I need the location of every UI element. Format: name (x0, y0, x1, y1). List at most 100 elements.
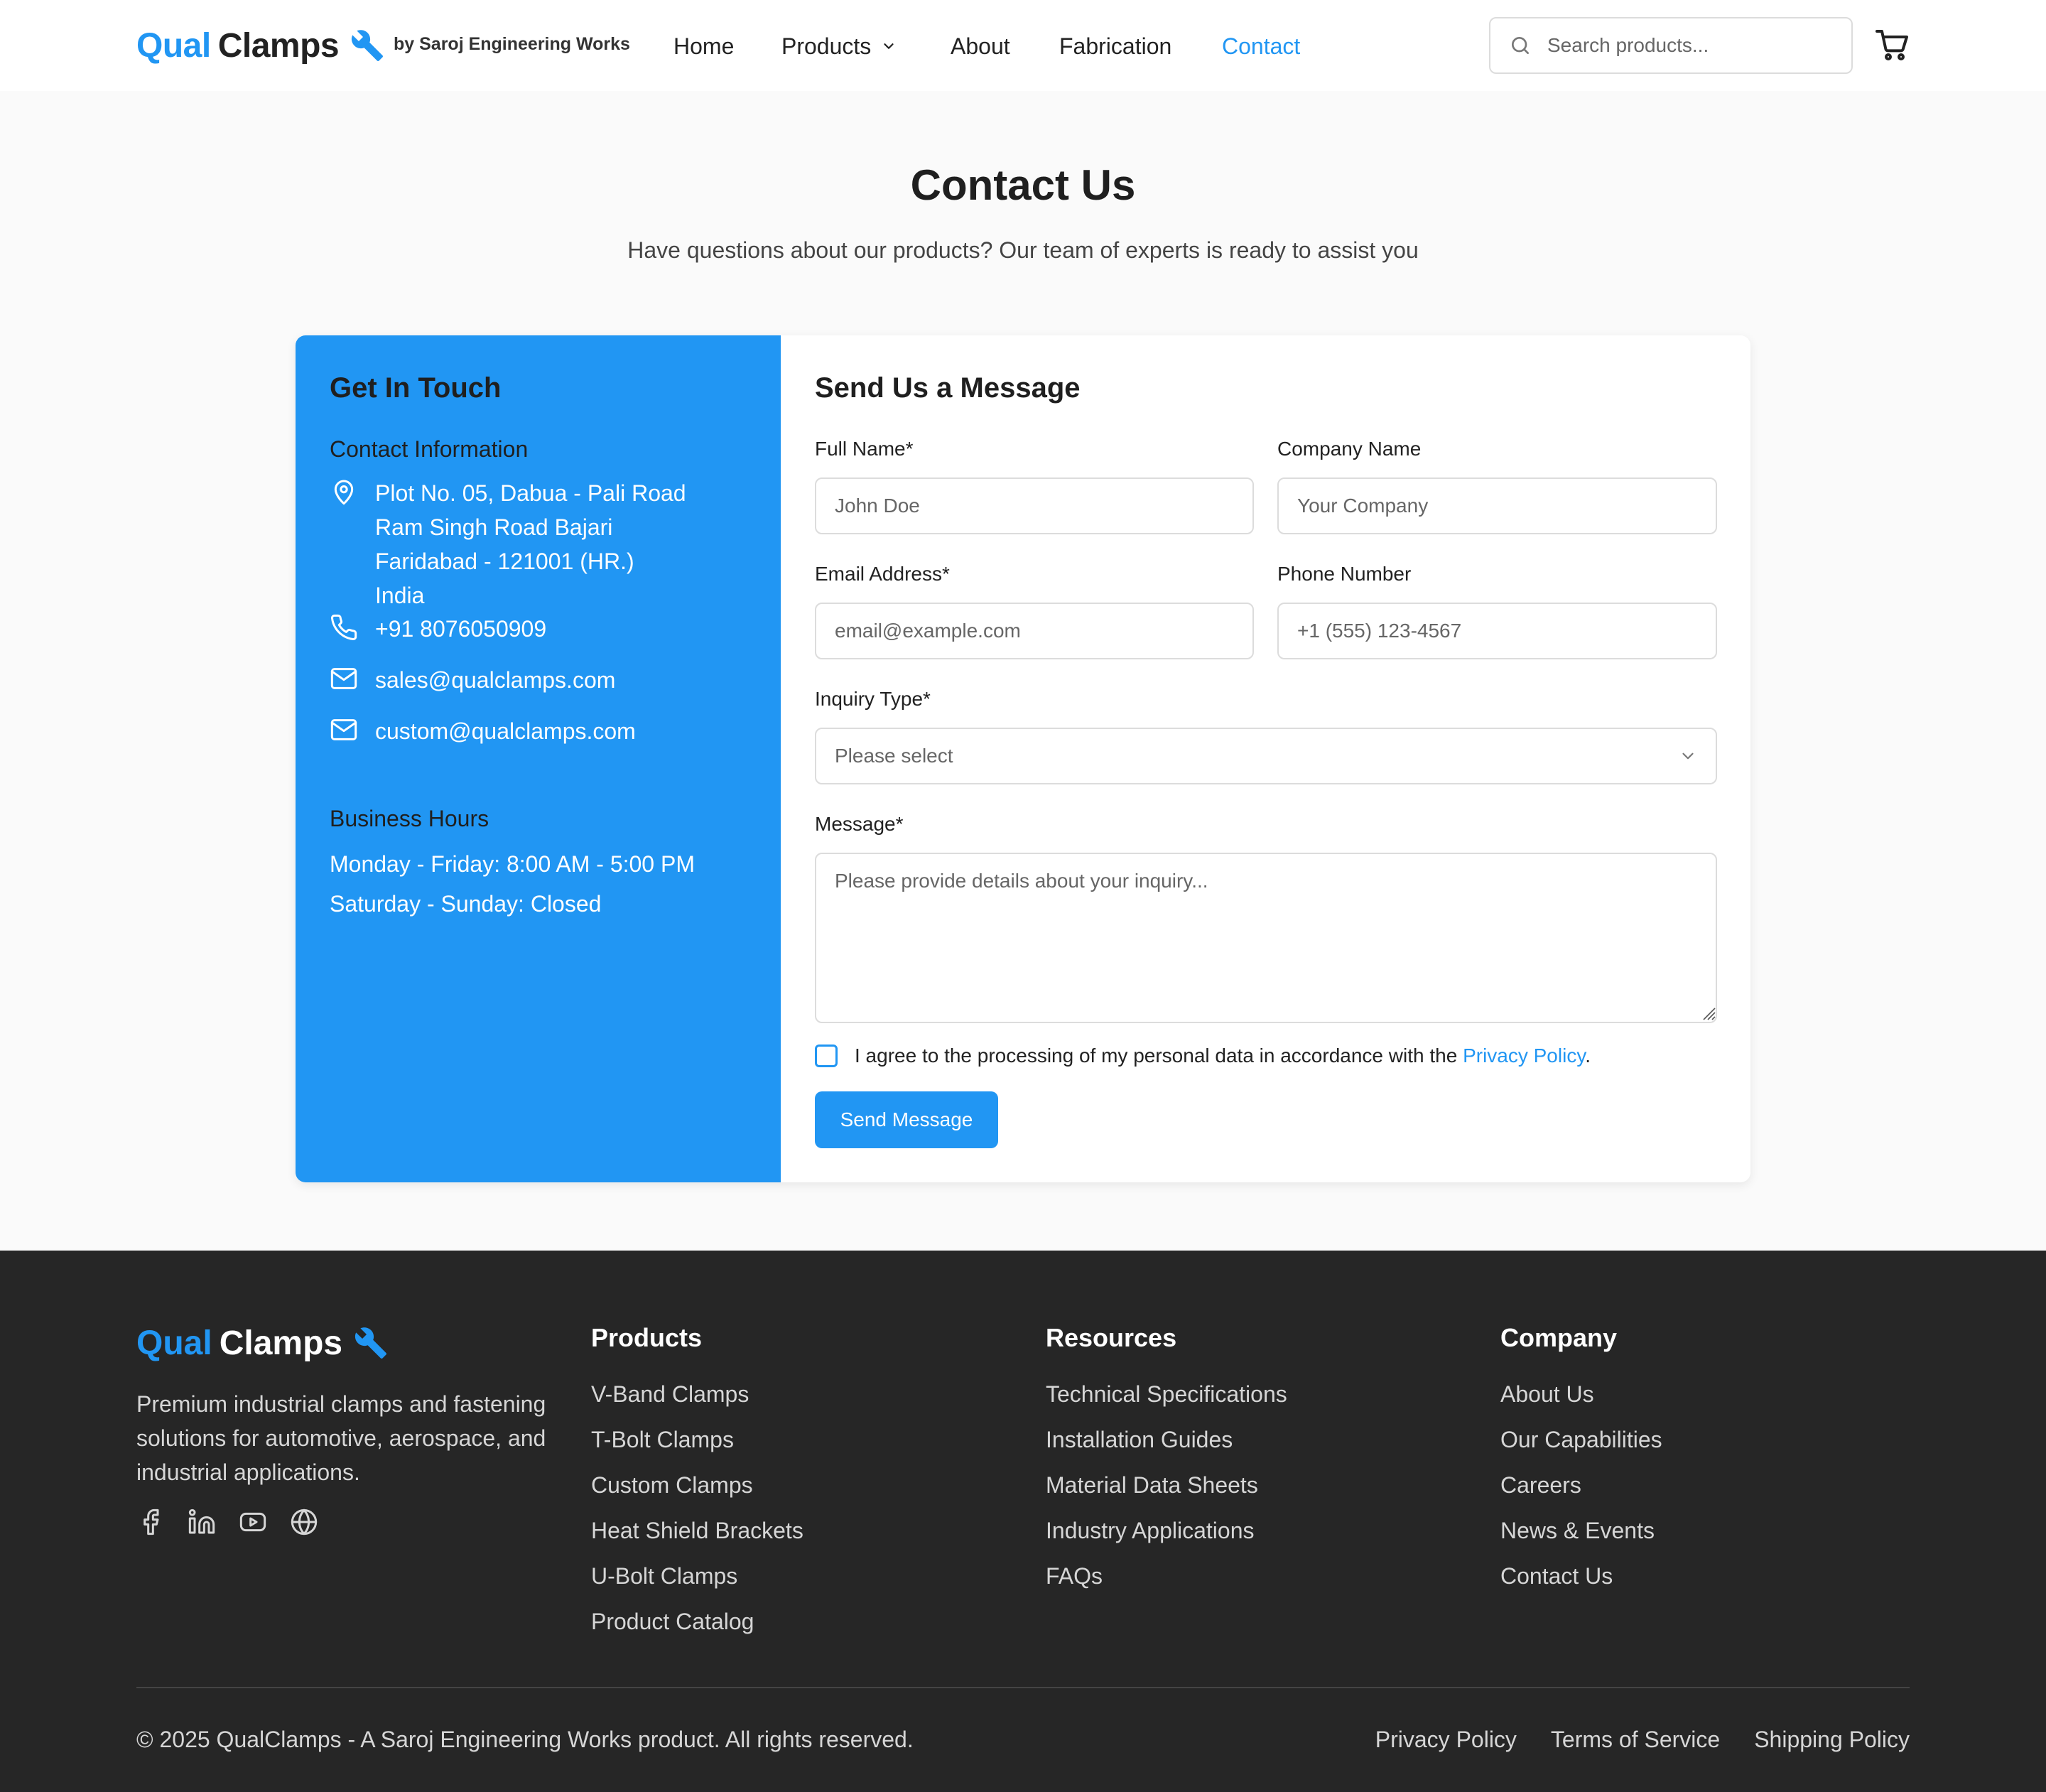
footer-link[interactable]: Custom Clamps (591, 1462, 803, 1508)
footer-column-company: Company About Us Our Capabilities Career… (1500, 1323, 1662, 1599)
footer-link[interactable]: T-Bolt Clamps (591, 1417, 803, 1462)
company-name-field[interactable] (1277, 477, 1717, 534)
footer-link[interactable]: Contact Us (1500, 1553, 1662, 1599)
legal-link-terms[interactable]: Terms of Service (1551, 1727, 1720, 1753)
brand-name-part1: Qual (136, 26, 211, 65)
social-links (136, 1508, 341, 1536)
brand-logo[interactable]: Qual Clamps (136, 24, 384, 67)
footer-link[interactable]: Our Capabilities (1500, 1417, 1662, 1462)
site-footer: Qual Clamps Premium industrial clamps an… (0, 1251, 2046, 1792)
nav-products-label: Products (781, 33, 872, 59)
resize-grip-icon[interactable] (1700, 1005, 1716, 1020)
address-text: Plot No. 05, Dabua - Pali Road Ram Singh… (375, 476, 686, 612)
page-title: Contact Us (910, 161, 1136, 209)
mail-icon (330, 719, 357, 740)
search-box[interactable] (1489, 17, 1853, 74)
footer-column-title: Resources (1046, 1323, 1177, 1352)
consent-label: I agree to the processing of my personal… (855, 1045, 1458, 1067)
contact-info-panel: Get In Touch Contact Information Plot No… (296, 335, 781, 1182)
phone-row[interactable]: +91 8076050909 (330, 612, 546, 646)
footer-column-resources: Resources Technical Specifications Insta… (1046, 1323, 1287, 1599)
form-heading: Send Us a Message (815, 372, 1081, 404)
hours-weekdays: Monday - Friday: 8:00 AM - 5:00 PM (330, 851, 695, 877)
full-name-label: Full Name* (815, 438, 914, 460)
send-message-button[interactable]: Send Message (815, 1091, 998, 1148)
nav-about[interactable]: About (951, 28, 1010, 64)
search-input[interactable] (1547, 34, 1831, 57)
facebook-icon[interactable] (136, 1508, 165, 1536)
legal-link-shipping[interactable]: Shipping Policy (1754, 1727, 1910, 1753)
nav-contact[interactable]: Contact (1222, 28, 1300, 64)
hours-weekend: Saturday - Sunday: Closed (330, 891, 602, 917)
footer-link[interactable]: Industry Applications (1046, 1508, 1287, 1553)
privacy-policy-link[interactable]: Privacy Policy (1463, 1045, 1585, 1067)
consent-checkbox[interactable] (815, 1045, 838, 1067)
copyright-text: © 2025 QualClamps - A Saroj Engineering … (136, 1727, 914, 1752)
chevron-down-icon (1682, 752, 1694, 760)
linkedin-icon[interactable] (188, 1508, 216, 1536)
nav-fabrication[interactable]: Fabrication (1059, 28, 1171, 64)
brand-name-part2: Clamps (219, 1324, 343, 1362)
footer-link[interactable]: FAQs (1046, 1553, 1287, 1599)
chevron-down-icon (884, 43, 894, 49)
address-row: Plot No. 05, Dabua - Pali Road Ram Singh… (330, 476, 686, 612)
get-in-touch-heading: Get In Touch (330, 372, 502, 404)
footer-column-title: Company (1500, 1323, 1618, 1352)
address-line: Faridabad - 121001 (HR.) (375, 549, 634, 574)
sales-email-row[interactable]: sales@qualclamps.com (330, 663, 615, 697)
footer-link[interactable]: Product Catalog (591, 1599, 803, 1644)
legal-link-privacy[interactable]: Privacy Policy (1375, 1727, 1517, 1753)
footer-link[interactable]: Technical Specifications (1046, 1371, 1287, 1417)
email-label: Email Address* (815, 563, 950, 585)
phone-icon (331, 614, 357, 640)
youtube-icon[interactable] (239, 1508, 267, 1536)
brand-byline: by Saroj Engineering Works (394, 34, 630, 54)
phone-text: +91 8076050909 (375, 616, 547, 642)
footer-link[interactable]: V-Band Clamps (591, 1371, 803, 1417)
full-name-field[interactable] (815, 477, 1254, 534)
inquiry-type-value: Please select (835, 745, 953, 767)
footer-column-products: Products V-Band Clamps T-Bolt Clamps Cus… (591, 1323, 803, 1644)
sales-email-text: sales@qualclamps.com (375, 667, 616, 693)
search-icon (1512, 37, 1529, 54)
phone-label: Phone Number (1277, 563, 1412, 585)
address-line: Plot No. 05, Dabua - Pali Road (375, 480, 686, 506)
contact-form: Send Us a Message Full Name* Company Nam… (781, 335, 1750, 1182)
map-pin-icon (334, 480, 354, 505)
contact-info-title: Contact Information (330, 436, 529, 462)
consent-row: I agree to the processing of my personal… (815, 1045, 1591, 1067)
address-line: India (375, 583, 425, 608)
cart-icon[interactable] (1876, 28, 1910, 63)
footer-link[interactable]: U-Bolt Clamps (591, 1553, 803, 1599)
footer-divider (136, 1687, 1910, 1688)
footer-link[interactable]: About Us (1500, 1371, 1662, 1417)
mail-icon (330, 668, 357, 689)
email-field[interactable] (815, 603, 1254, 659)
footer-link[interactable]: News & Events (1500, 1508, 1662, 1553)
footer-link[interactable]: Heat Shield Brackets (591, 1508, 803, 1553)
brand-name-part1: Qual (136, 1324, 212, 1362)
brand-name-part2: Clamps (217, 26, 340, 65)
contact-card: Get In Touch Contact Information Plot No… (296, 335, 1750, 1182)
footer-link[interactable]: Material Data Sheets (1046, 1462, 1287, 1508)
globe-icon[interactable] (290, 1508, 318, 1536)
business-hours-title: Business Hours (330, 806, 489, 831)
nav-home[interactable]: Home (673, 28, 734, 64)
nav-products[interactable]: Products (781, 28, 897, 64)
legal-links: Privacy Policy Terms of Service Shipping… (1341, 1727, 1910, 1753)
custom-email-text: custom@qualclamps.com (375, 718, 636, 744)
site-header: Qual Clamps by Saroj Engineering Works H… (0, 0, 2046, 91)
inquiry-type-select[interactable]: Please select (815, 728, 1717, 784)
address-line: Ram Singh Road Bajari (375, 514, 613, 540)
footer-description: Premium industrial clamps and fastening … (136, 1391, 546, 1485)
consent-text: I agree to the processing of my personal… (855, 1045, 1591, 1067)
wrench-icon (354, 1327, 387, 1359)
wrench-icon (351, 30, 384, 61)
phone-field[interactable] (1277, 603, 1717, 659)
footer-link[interactable]: Careers (1500, 1462, 1662, 1508)
footer-column-title: Products (591, 1323, 703, 1352)
custom-email-row[interactable]: custom@qualclamps.com (330, 714, 636, 748)
message-field[interactable] (815, 853, 1717, 1023)
footer-link[interactable]: Installation Guides (1046, 1417, 1287, 1462)
footer-logo[interactable]: Qual Clamps (136, 1322, 388, 1364)
